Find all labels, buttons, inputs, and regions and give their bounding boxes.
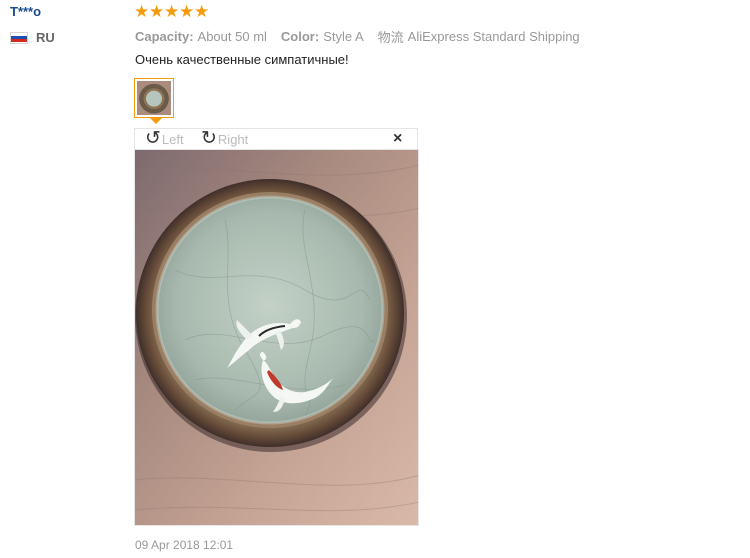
photo-viewer-toolbar: ↺ Left ↻ Right × [134, 128, 418, 149]
capacity-label: Capacity: [135, 29, 194, 44]
order-attributes: Capacity: About 50 ml Color: Style A 物流 … [135, 27, 580, 46]
star-icon: ★ [149, 2, 165, 21]
color-value: Style A [323, 29, 364, 44]
reviewer-country: RU [10, 30, 55, 45]
star-icon: ★ [164, 2, 180, 21]
close-viewer-button[interactable]: × [393, 130, 402, 148]
rotate-right-icon: ↻ [201, 128, 217, 149]
star-icon: ★ [134, 2, 150, 21]
close-icon: × [393, 130, 403, 147]
rotate-right-button[interactable]: ↻ Right [201, 128, 249, 149]
star-rating: ★ ★ ★ ★ ★ [134, 3, 209, 21]
rotate-left-label: Left [161, 131, 184, 147]
thumbnail-pointer-icon [150, 118, 162, 124]
rotate-right-label: Right [217, 131, 249, 147]
teacup-photo [135, 150, 418, 525]
russia-flag-icon [10, 31, 28, 44]
star-icon: ★ [194, 2, 210, 21]
rotate-left-icon: ↺ [145, 128, 161, 149]
reviewer-name[interactable]: T***o [10, 4, 41, 19]
review-date: 09 Apr 2018 12:01 [135, 538, 234, 552]
star-icon: ★ [179, 2, 195, 21]
color-label: Color: [280, 29, 320, 44]
review-photo-large [134, 149, 419, 526]
rotate-left-button[interactable]: ↺ Left [145, 128, 184, 149]
review-photo-thumbnail[interactable] [134, 78, 174, 118]
review-text: Очень качественные симпатичные! [135, 52, 349, 67]
shipping-label: 物流 [377, 30, 404, 45]
thumbnail-image [137, 81, 171, 115]
country-code: RU [36, 30, 55, 45]
shipping-value: AliExpress Standard Shipping [407, 29, 580, 44]
capacity-value: About 50 ml [197, 29, 267, 44]
